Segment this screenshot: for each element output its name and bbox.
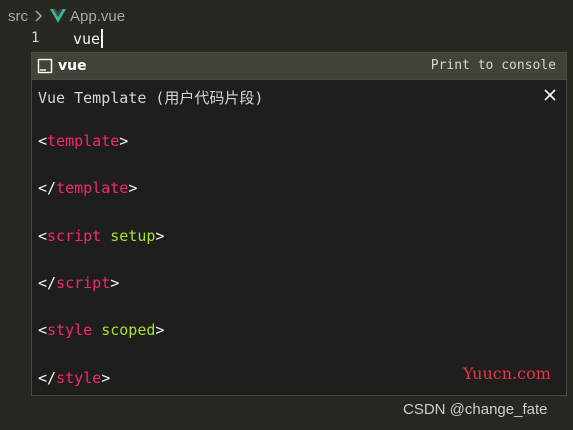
breadcrumb-folder[interactable]: src: [8, 8, 28, 25]
snippet-punct: >: [101, 369, 111, 387]
vue-logo-icon: [50, 9, 66, 23]
snippet-attr: scoped: [92, 321, 156, 339]
breadcrumb-file[interactable]: App.vue: [70, 8, 125, 25]
suggestion-item[interactable]: vue Print to console: [32, 53, 566, 79]
suggest-widget: vue Print to console Vue Template (用户代码片…: [31, 52, 567, 396]
editor-code[interactable]: vue: [73, 29, 104, 48]
close-icon[interactable]: [542, 87, 558, 103]
snippet-line: </template>: [38, 179, 137, 197]
snippet-tag: style: [56, 369, 102, 387]
snippet-punct: >: [155, 321, 165, 339]
chevron-right-icon: [32, 8, 44, 24]
snippet-tag: script: [47, 227, 102, 245]
snippet-tag: template: [47, 132, 120, 150]
snippet-punct: >: [110, 274, 120, 292]
snippet-tag: script: [56, 274, 111, 292]
snippet-attr: setup: [101, 227, 156, 245]
snippet-punct: <: [38, 132, 48, 150]
snippet-line: <style scoped>: [38, 321, 164, 339]
suggestion-label: vue: [58, 58, 87, 74]
snippet-punct: >: [119, 132, 129, 150]
snippet-punct: <: [38, 227, 48, 245]
snippet-punct: >: [155, 227, 165, 245]
author-watermark: CSDN @change_fate: [403, 401, 548, 418]
line-number: 1: [31, 30, 40, 46]
snippet-punct: </: [38, 179, 57, 197]
snippet-tag: style: [47, 321, 93, 339]
snippet-line: <script setup>: [38, 227, 164, 245]
snippet-tag: template: [56, 179, 129, 197]
snippet-punct: <: [38, 321, 48, 339]
snippet-punct: >: [128, 179, 138, 197]
snippet-line: </script>: [38, 274, 119, 292]
suggestion-detail: Print to console: [430, 58, 556, 73]
divider: [32, 79, 566, 80]
snippet-line: </style>: [38, 369, 110, 387]
snippet-punct: </: [38, 274, 57, 292]
details-title: Vue Template (用户代码片段): [38, 89, 264, 107]
text-cursor: [101, 29, 104, 48]
snippet-line: <template>: [38, 132, 128, 150]
snippet-icon: [37, 58, 53, 74]
code-text: vue: [73, 29, 101, 48]
breadcrumb: src App.vue: [8, 6, 125, 26]
editor-line[interactable]: 1 vue: [0, 28, 573, 50]
snippet-punct: </: [38, 369, 57, 387]
site-watermark: Yuucn.com: [463, 364, 551, 383]
